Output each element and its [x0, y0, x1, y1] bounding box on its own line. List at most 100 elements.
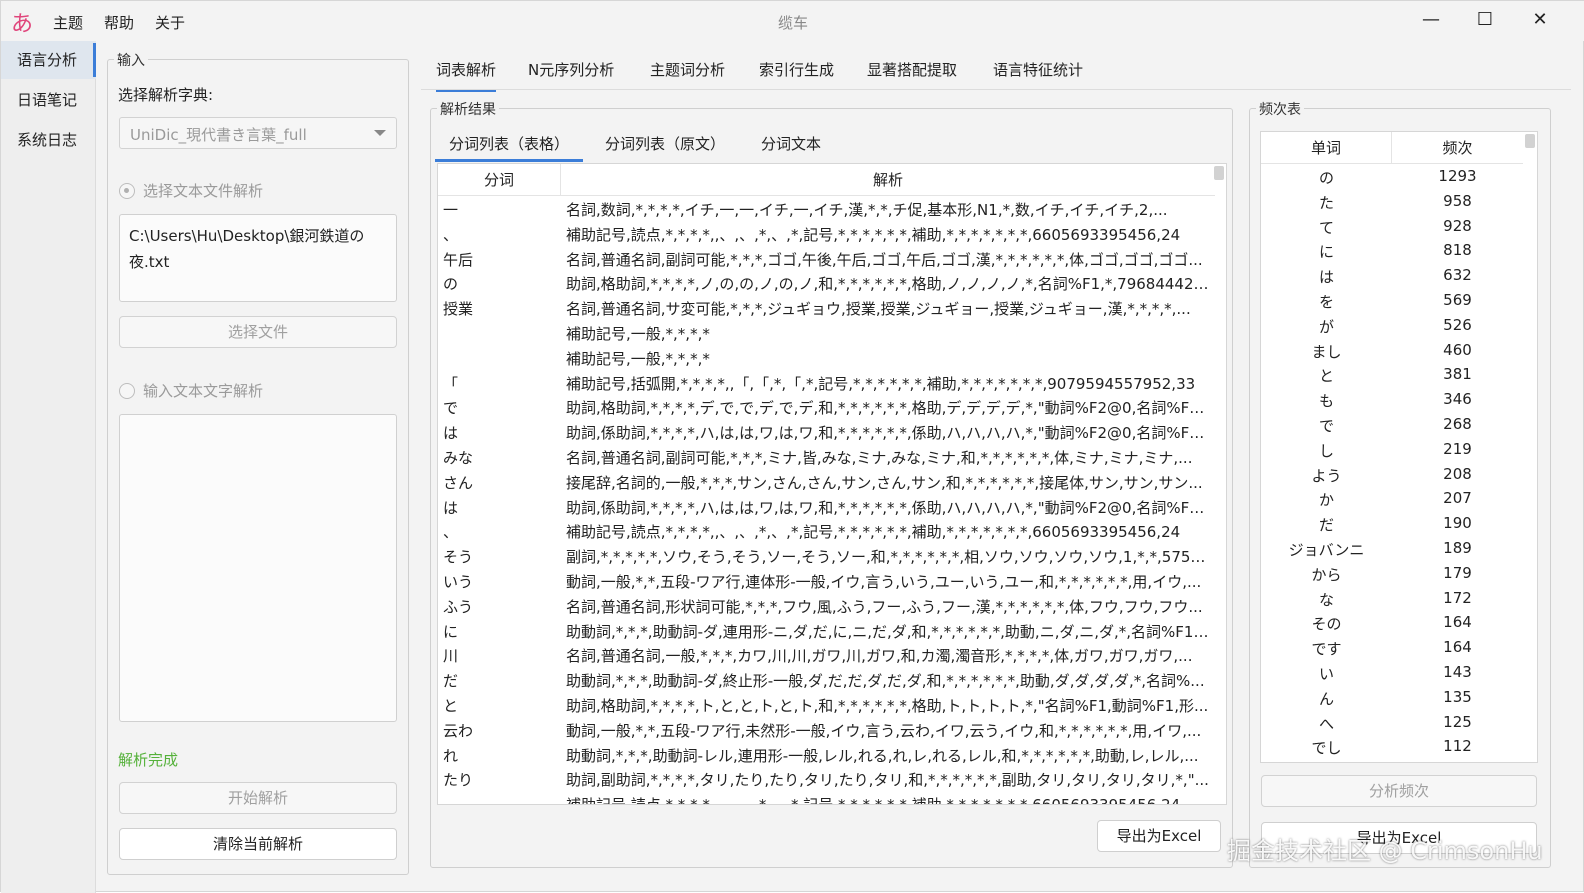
- frequency-row[interactable]: まし 460: [1261, 339, 1523, 364]
- frequency-row[interactable]: に 818: [1261, 239, 1523, 264]
- count-cell: 164: [1443, 638, 1472, 657]
- maximize-icon[interactable]: ☐: [1463, 5, 1507, 35]
- table-row[interactable]: は 助詞,係助詞,*,*,*,*,ハ,は,は,ワ,は,ワ,和,*,*,*,*,*,…: [438, 495, 1215, 520]
- radio-file-parse[interactable]: 选择文本文件解析: [119, 180, 263, 201]
- frequency-row[interactable]: か 207: [1261, 487, 1523, 512]
- table-row[interactable]: 「 補助記号,括弧開,*,*,*,*,,「,「,*,「,*,記号,*,*,*,*,…: [438, 371, 1215, 396]
- table-row[interactable]: 一 名詞,数詞,*,*,*,*,イチ,一,一,イチ,一,イチ,漢,*,*,チ促,基…: [438, 197, 1215, 222]
- scroll-thumb[interactable]: [1214, 166, 1224, 180]
- tab-ngram[interactable]: N元序列分析: [528, 59, 614, 89]
- tab-word-list[interactable]: 词表解析: [436, 59, 497, 92]
- table-row[interactable]: いう 動詞,一般,*,*,五段-ワア行,連体形-一般,イウ,言う,いう,ユー,いう…: [438, 569, 1215, 594]
- table-row[interactable]: 補助記号,一般,*,*,*,*: [438, 346, 1215, 371]
- text-input-area[interactable]: [119, 414, 397, 722]
- count-cell: 179: [1443, 563, 1472, 582]
- table-row[interactable]: れ 助動詞,*,*,*,助動詞-レル,連用形-一般,レル,れる,れ,レ,れる,レル…: [438, 743, 1215, 768]
- menu-about[interactable]: 关于: [155, 12, 185, 33]
- frequency-row[interactable]: でし 112: [1261, 735, 1523, 760]
- token-cell: と: [443, 696, 459, 715]
- table-row[interactable]: 、 補助記号,読点,*,*,*,*,,、,、,*,、,*,記号,*,*,*,*,*…: [438, 519, 1215, 544]
- table-row[interactable]: たり 助詞,副助詞,*,*,*,*,タリ,たり,たり,タリ,たり,タリ,和,*,*…: [438, 767, 1215, 792]
- word-cell: と: [1318, 367, 1334, 386]
- table-row[interactable]: ふう 名詞,普通名詞,形状詞可能,*,*,*,フウ,風,ふう,フー,ふう,フー,漢…: [438, 594, 1215, 619]
- frequency-row[interactable]: その 164: [1261, 611, 1523, 636]
- frequency-row[interactable]: よう 208: [1261, 463, 1523, 488]
- tab-collocation[interactable]: 显著搭配提取: [867, 59, 957, 89]
- nav-item-japanese-notes[interactable]: 日语笔记: [1, 81, 96, 119]
- nav-item-language-analysis[interactable]: 语言分析: [1, 41, 96, 79]
- table-row[interactable]: そう 副詞,*,*,*,*,*,ソウ,そう,そう,ソー,そう,ソー,和,*,*,*…: [438, 544, 1215, 569]
- table-row[interactable]: 云わ 動詞,一般,*,*,五段-ワア行,未然形-一般,イウ,言う,云わ,イワ,云う…: [438, 718, 1215, 743]
- radio-text-parse[interactable]: 输入文本文字解析: [119, 380, 263, 401]
- frequency-row[interactable]: が 526: [1261, 314, 1523, 339]
- file-path-field[interactable]: C:\Users\Hu\Desktop\銀河鉄道の夜.txt: [119, 214, 397, 302]
- tab-stats[interactable]: 语言特征统计: [993, 59, 1083, 89]
- count-cell: 928: [1443, 216, 1472, 235]
- count-cell: 460: [1443, 340, 1472, 359]
- frequency-row[interactable]: し 219: [1261, 438, 1523, 463]
- frequency-row[interactable]: は 632: [1261, 264, 1523, 289]
- frequency-row[interactable]: を 569: [1261, 289, 1523, 314]
- frequency-row[interactable]: で 268: [1261, 413, 1523, 438]
- analysis-cell: 名詞,普通名詞,副詞可能,*,*,*,ゴゴ,午後,午后,ゴゴ,午后,ゴゴ,漢,*…: [566, 250, 1203, 269]
- analysis-cell: 助動詞,*,*,*,助動詞-ダ,連用形-ニ,ダ,だ,に,ニ,だ,ダ,和,*,*,…: [566, 622, 1210, 641]
- word-cell: から: [1311, 565, 1342, 584]
- table-row[interactable]: 補助記号,一般,*,*,*,*: [438, 321, 1215, 346]
- table-row[interactable]: 補助記号,読点,*,*,*,*,,、,、,*,、,*,記号,*,*,*,*,*,…: [438, 792, 1215, 804]
- export-excel-button[interactable]: 导出为Excel: [1097, 820, 1221, 852]
- side-nav: 语言分析 日语笔记 系统日志: [1, 41, 96, 893]
- subtab-text[interactable]: 分词文本: [761, 133, 821, 154]
- header-word[interactable]: 单词: [1261, 132, 1392, 164]
- frequency-row[interactable]: です 164: [1261, 636, 1523, 661]
- table-row[interactable]: 、 補助記号,読点,*,*,*,*,,、,、,*,、,*,記号,*,*,*,*,*…: [438, 222, 1215, 247]
- frequency-row[interactable]: て 928: [1261, 215, 1523, 240]
- header-frequency[interactable]: 频次: [1392, 132, 1523, 164]
- analysis-cell: 名詞,普通名詞,サ変可能,*,*,*,ジュギョウ,授業,授業,ジュギョー,授業,…: [566, 300, 1191, 319]
- frequency-row[interactable]: ん 135: [1261, 686, 1523, 711]
- tab-keyword[interactable]: 主题词分析: [650, 59, 725, 89]
- word-cell: も: [1318, 392, 1334, 411]
- dict-select[interactable]: UniDic_現代書き言葉_full: [119, 117, 397, 149]
- frequency-row[interactable]: な 172: [1261, 587, 1523, 612]
- minimize-icon[interactable]: —: [1409, 5, 1453, 35]
- table-row[interactable]: みな 名詞,普通名詞,副詞可能,*,*,*,ミナ,皆,みな,ミナ,みな,ミナ,和,…: [438, 445, 1215, 470]
- header-token[interactable]: 分词: [438, 164, 561, 196]
- analyze-frequency-button[interactable]: 分析频次: [1261, 775, 1537, 807]
- table-row[interactable]: は 助詞,係助詞,*,*,*,*,ハ,は,は,ワ,は,ワ,和,*,*,*,*,*,…: [438, 420, 1215, 445]
- analysis-cell: 名詞,普通名詞,副詞可能,*,*,*,ミナ,皆,みな,ミナ,みな,ミナ,和,*,…: [566, 448, 1193, 467]
- choose-file-button[interactable]: 选择文件: [119, 316, 397, 348]
- frequency-row[interactable]: た 958: [1261, 190, 1523, 215]
- table-row[interactable]: 授業 名詞,普通名詞,サ変可能,*,*,*,ジュギョウ,授業,授業,ジュギョー,授…: [438, 296, 1215, 321]
- frequency-row[interactable]: だ 190: [1261, 512, 1523, 537]
- table-row[interactable]: さん 接尾辞,名詞的,一般,*,*,*,サン,さん,さん,サン,さん,サン,和,*…: [438, 470, 1215, 495]
- start-parse-button[interactable]: 开始解析: [119, 782, 397, 814]
- frequency-row[interactable]: い 143: [1261, 661, 1523, 686]
- frequency-row[interactable]: の 1293: [1261, 165, 1523, 190]
- table-row[interactable]: 川 名詞,普通名詞,一般,*,*,*,カワ,川,川,ガワ,川,ガワ,和,カ濁,濁音…: [438, 643, 1215, 668]
- frequency-row[interactable]: と 381: [1261, 363, 1523, 388]
- clear-parse-button[interactable]: 清除当前解析: [119, 828, 397, 860]
- table-scrollbar[interactable]: [1214, 166, 1224, 802]
- frequency-row[interactable]: も 346: [1261, 388, 1523, 413]
- table-row[interactable]: 午后 名詞,普通名詞,副詞可能,*,*,*,ゴゴ,午後,午后,ゴゴ,午后,ゴゴ,漢…: [438, 247, 1215, 272]
- freq-scroll-thumb[interactable]: [1525, 134, 1535, 148]
- table-row[interactable]: で 助詞,格助詞,*,*,*,*,デ,で,で,デ,で,デ,和,*,*,*,*,*,…: [438, 395, 1215, 420]
- table-row[interactable]: の 助詞,格助詞,*,*,*,*,ノ,の,の,ノ,の,ノ,和,*,*,*,*,*,…: [438, 271, 1215, 296]
- close-icon[interactable]: ✕: [1518, 5, 1562, 35]
- subtab-table[interactable]: 分词列表（表格）: [434, 133, 584, 162]
- table-row[interactable]: に 助動詞,*,*,*,助動詞-ダ,連用形-ニ,ダ,だ,に,ニ,だ,ダ,和,*,*…: [438, 619, 1215, 644]
- nav-item-system-log[interactable]: 系统日志: [1, 121, 96, 159]
- analysis-cell: 助詞,格助詞,*,*,*,*,デ,で,で,デ,で,デ,和,*,*,*,*,*,*…: [566, 399, 1210, 418]
- frequency-row[interactable]: ジョバンニ 189: [1261, 537, 1523, 562]
- frequency-row[interactable]: から 179: [1261, 562, 1523, 587]
- tab-concordance[interactable]: 索引行生成: [759, 59, 834, 89]
- table-row[interactable]: と 助詞,格助詞,*,*,*,*,ト,と,と,ト,と,ト,和,*,*,*,*,*,…: [438, 693, 1215, 718]
- menu-help[interactable]: 帮助: [104, 12, 134, 33]
- word-cell: が: [1318, 317, 1334, 336]
- menu-theme[interactable]: 主题: [53, 12, 83, 33]
- table-row[interactable]: だ 助動詞,*,*,*,助動詞-ダ,終止形-一般,ダ,だ,だ,ダ,だ,ダ,和,*,…: [438, 668, 1215, 693]
- analysis-cell: 補助記号,括弧開,*,*,*,*,,「,「,*,「,*,記号,*,*,*,*,*…: [566, 374, 1196, 393]
- frequency-row[interactable]: へ 125: [1261, 711, 1523, 736]
- subtab-original[interactable]: 分词列表（原文）: [605, 133, 725, 154]
- header-analysis[interactable]: 解析: [561, 164, 1215, 196]
